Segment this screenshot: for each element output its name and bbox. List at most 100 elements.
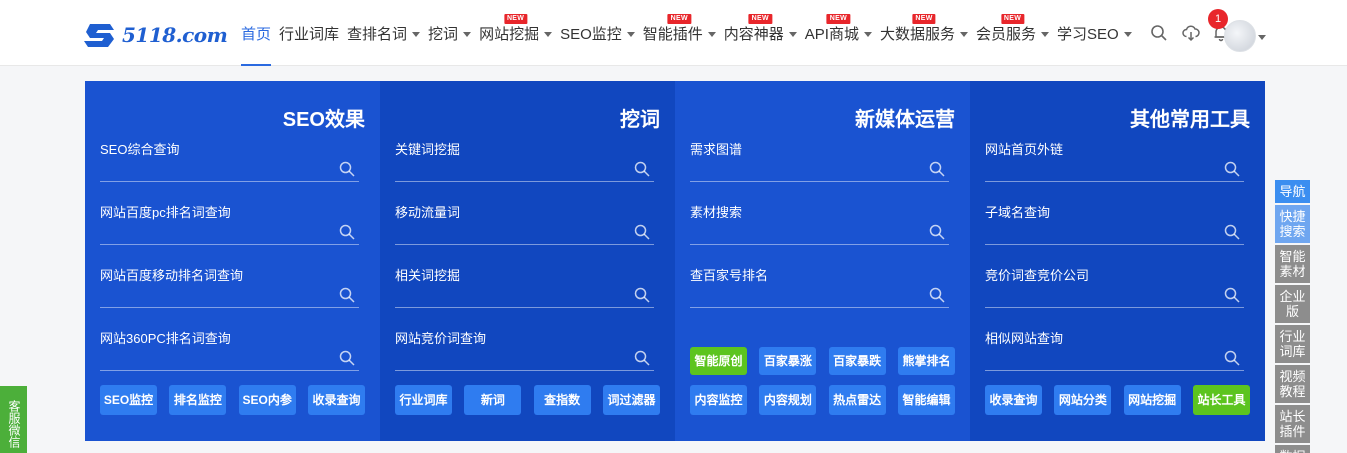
search-row[interactable]: 关键词挖掘 bbox=[395, 139, 654, 191]
search-row-label: 网站竞价词查询 bbox=[395, 331, 487, 346]
search-row[interactable]: 网站360PC排名词查询 bbox=[100, 328, 359, 380]
search-row[interactable]: 网站首页外链 bbox=[985, 139, 1244, 191]
tool-button[interactable]: 查指数 bbox=[533, 385, 591, 415]
tool-button[interactable]: 新词 bbox=[464, 385, 522, 415]
new-badge: NEW bbox=[1000, 14, 1025, 24]
nav-item[interactable]: 查排名词 bbox=[347, 0, 421, 66]
tool-button[interactable]: SEO监控 bbox=[100, 385, 157, 415]
search-icon[interactable] bbox=[929, 161, 945, 177]
tool-button[interactable]: 百家暴跌 bbox=[828, 347, 886, 375]
nav-item[interactable]: API商城 NEW bbox=[805, 0, 872, 66]
notification-badge[interactable]: 1 bbox=[1208, 9, 1228, 29]
search-icon[interactable] bbox=[929, 224, 945, 240]
search-icon[interactable] bbox=[339, 224, 355, 240]
rail-item[interactable]: 数据 bbox=[1275, 445, 1310, 453]
search-icon[interactable] bbox=[1224, 287, 1240, 303]
tool-button[interactable]: 智能编辑 bbox=[897, 385, 955, 415]
tool-button[interactable]: 站长工具 bbox=[1192, 385, 1250, 415]
tool-button[interactable]: 网站挖掘 bbox=[1123, 385, 1181, 415]
nav-item[interactable]: 网站挖掘 NEW bbox=[479, 0, 553, 66]
rail-item[interactable]: 企业版 bbox=[1275, 285, 1310, 323]
chevron-down-icon[interactable] bbox=[1258, 35, 1266, 40]
nav-item-label: 挖词 bbox=[428, 25, 459, 43]
new-badge: NEW bbox=[503, 14, 528, 24]
search-row[interactable]: 相关词挖掘 bbox=[395, 265, 654, 317]
tool-button[interactable]: 收录查询 bbox=[985, 385, 1042, 415]
search-icon[interactable] bbox=[339, 350, 355, 366]
avatar[interactable] bbox=[1224, 20, 1256, 52]
rail-item[interactable]: 导航 bbox=[1275, 180, 1310, 203]
search-icon[interactable] bbox=[1150, 24, 1168, 42]
search-row-label: 网站百度移动排名词查询 bbox=[100, 268, 244, 283]
chevron-down-icon bbox=[412, 31, 421, 37]
search-icon[interactable] bbox=[1224, 350, 1240, 366]
search-row-label: 需求图谱 bbox=[690, 142, 743, 157]
tool-button[interactable]: 词过滤器 bbox=[602, 385, 660, 415]
search-icon[interactable] bbox=[634, 350, 650, 366]
nav-item[interactable]: 行业词库 bbox=[279, 0, 339, 66]
chevron-down-icon bbox=[626, 31, 635, 37]
tool-button[interactable]: 内容监控 bbox=[690, 385, 747, 415]
search-row[interactable]: 子域名查询 bbox=[985, 202, 1244, 254]
tool-button[interactable]: 热点雷达 bbox=[828, 385, 886, 415]
nav-item-label: SEO监控 bbox=[560, 25, 622, 43]
tool-button[interactable]: 收录查询 bbox=[307, 385, 365, 415]
rail-item[interactable]: 快捷搜索 bbox=[1275, 205, 1310, 243]
nav-item[interactable]: SEO监控 bbox=[560, 0, 635, 66]
button-group: SEO监控 排名监控 SEO内参 收录查询 bbox=[100, 385, 365, 417]
tool-button[interactable]: 行业词库 bbox=[395, 385, 452, 415]
search-row[interactable]: 移动流量词 bbox=[395, 202, 654, 254]
tool-button[interactable]: 熊掌排名 bbox=[897, 347, 955, 375]
search-icon[interactable] bbox=[929, 287, 945, 303]
search-row[interactable]: 查百家号排名 bbox=[690, 265, 949, 317]
nav-item-label: 智能插件 bbox=[642, 25, 703, 43]
search-row[interactable]: 网站百度pc排名词查询 bbox=[100, 202, 359, 254]
search-row-underline bbox=[395, 370, 654, 371]
tool-panel: SEO效果 SEO综合查询 网站百度pc排名词查询 网站百度移动排名词查询 网站360P… bbox=[85, 81, 380, 441]
panel-title: 新媒体运营 bbox=[855, 109, 955, 131]
nav-item[interactable]: 首页 bbox=[241, 0, 272, 66]
nav-item-label: 会员服务 bbox=[976, 25, 1037, 43]
nav-item[interactable]: 大数据服务 NEW bbox=[880, 0, 968, 66]
nav-item[interactable]: 内容神器 NEW bbox=[724, 0, 797, 66]
search-row-label: SEO综合查询 bbox=[100, 142, 180, 157]
search-row-underline bbox=[100, 244, 359, 245]
search-row[interactable]: 相似网站查询 bbox=[985, 328, 1244, 380]
button-group-top: 智能原创 百家暴涨 百家暴跌 熊掌排名 bbox=[690, 347, 955, 375]
nav-item[interactable]: 学习SEO bbox=[1057, 0, 1132, 66]
tool-button[interactable]: 网站分类 bbox=[1054, 385, 1112, 415]
nav-item[interactable]: 智能插件 NEW bbox=[643, 0, 716, 66]
cloud-download-icon[interactable] bbox=[1182, 24, 1200, 42]
top-header: 5118.com 首页 行业词库 查排名词 挖词 网站挖掘 NEW SEO监控 智能插件 NEW… bbox=[0, 0, 1347, 66]
rail-item[interactable]: 行业词库 bbox=[1275, 325, 1310, 363]
tool-button[interactable]: 百家暴涨 bbox=[759, 347, 817, 375]
nav-item[interactable]: 挖词 bbox=[428, 0, 472, 66]
search-icon[interactable] bbox=[634, 224, 650, 240]
rail-item[interactable]: 视频教程 bbox=[1275, 365, 1310, 403]
tool-button[interactable]: 智能原创 bbox=[690, 347, 747, 375]
search-row[interactable]: 需求图谱 bbox=[690, 139, 949, 191]
tool-button[interactable]: SEO内参 bbox=[238, 385, 296, 415]
customer-service-tab[interactable]: 客服微信 bbox=[0, 386, 27, 453]
tool-panel: 挖词 关键词挖掘 移动流量词 相关词挖掘 网站竞价词查询 行业词库 新词 查指数 词过滤器 bbox=[380, 81, 675, 441]
search-row[interactable]: 网站竞价词查询 bbox=[395, 328, 654, 380]
search-row-label: 网站首页外链 bbox=[985, 142, 1064, 157]
search-row[interactable]: 竞价词查竞价公司 bbox=[985, 265, 1244, 317]
search-row[interactable]: 素材搜索 bbox=[690, 202, 949, 254]
site-logo[interactable]: 5118.com bbox=[84, 20, 228, 50]
nav-item[interactable]: 会员服务 NEW bbox=[976, 0, 1050, 66]
search-icon[interactable] bbox=[634, 161, 650, 177]
search-row[interactable]: 网站百度移动排名词查询 bbox=[100, 265, 359, 317]
search-icon[interactable] bbox=[634, 287, 650, 303]
chevron-down-icon bbox=[707, 31, 716, 37]
search-icon[interactable] bbox=[339, 287, 355, 303]
search-row[interactable]: SEO综合查询 bbox=[100, 139, 359, 191]
tool-button[interactable]: 内容规划 bbox=[759, 385, 817, 415]
tool-button[interactable]: 排名监控 bbox=[169, 385, 227, 415]
rail-item[interactable]: 智能素材 bbox=[1275, 245, 1310, 283]
search-icon[interactable] bbox=[1224, 161, 1240, 177]
search-icon[interactable] bbox=[1224, 224, 1240, 240]
search-icon[interactable] bbox=[339, 161, 355, 177]
rail-item[interactable]: 站长插件 bbox=[1275, 405, 1310, 443]
logo-mark-icon bbox=[84, 24, 114, 47]
